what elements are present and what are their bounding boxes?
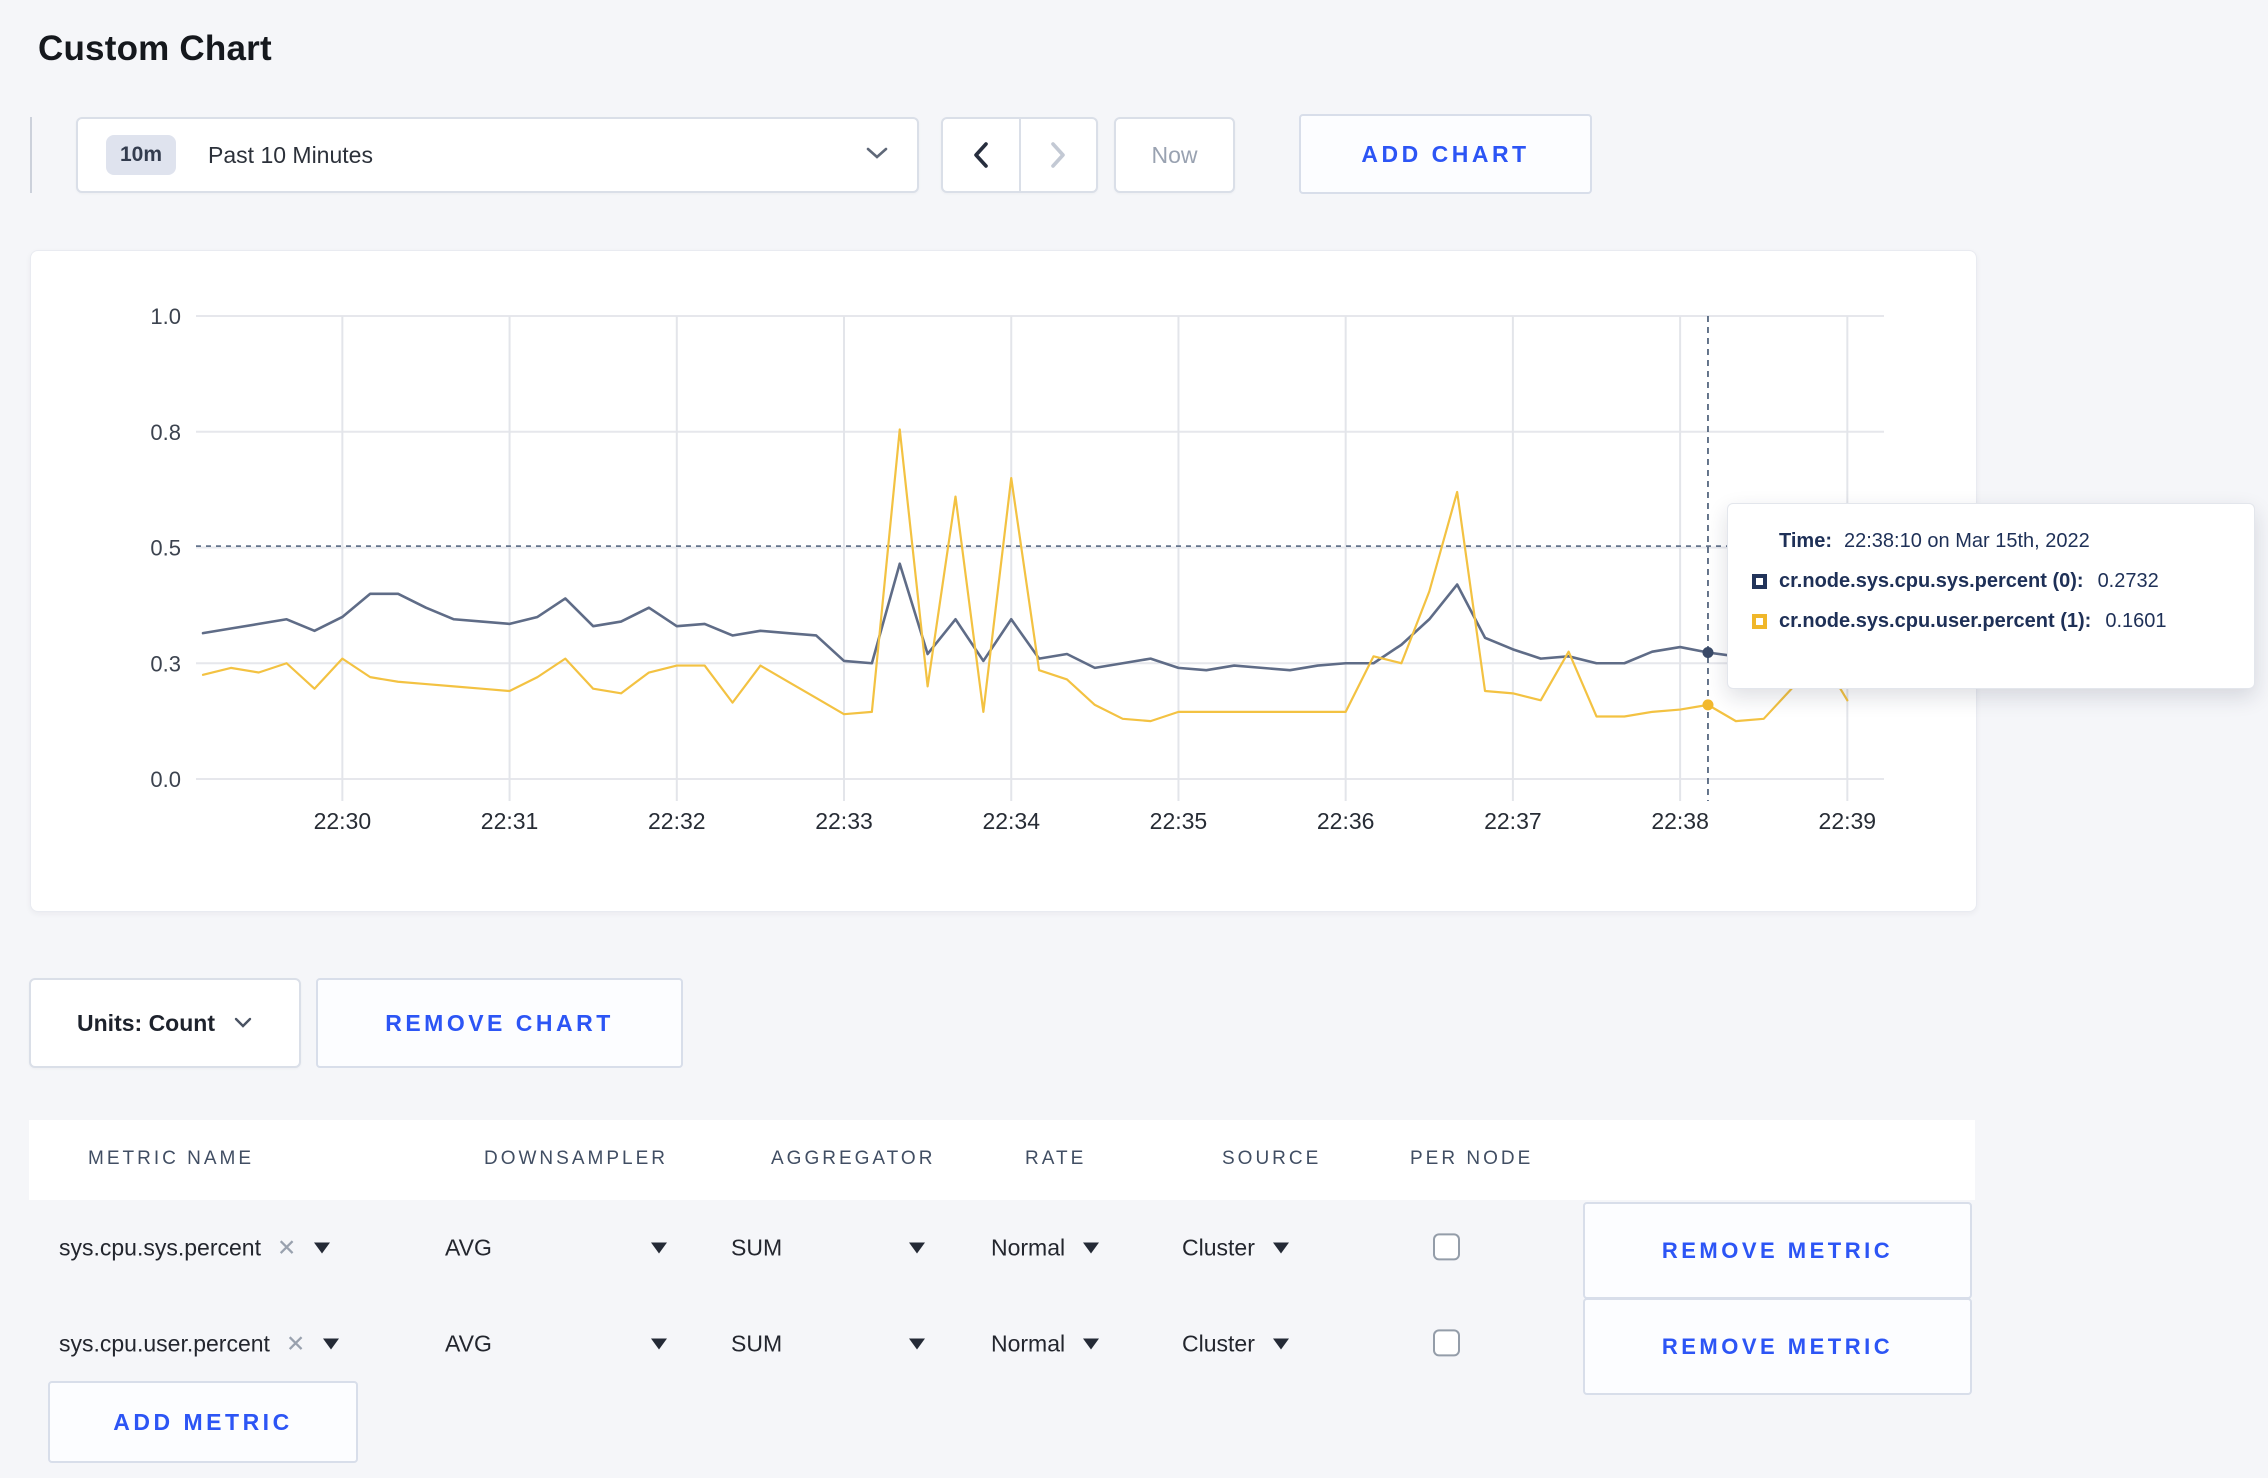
caret-down-icon [323,1338,340,1350]
chevron-down-icon [234,1017,252,1028]
series-sys-value: 0.2732 [2097,570,2159,592]
svg-text:0.5: 0.5 [150,536,181,561]
chevron-left-icon [973,142,988,168]
aggregator-select[interactable]: SUM [731,1235,925,1262]
series-user-value: 0.1601 [2105,610,2167,632]
cpu-usage-chart[interactable]: 0.0 0.3 0.5 0.8 1.0 22:30 22:31 22:32 22:33 22:34… [31,251,1976,911]
aggregator-select[interactable]: SUM [731,1331,925,1358]
svg-text:22:39: 22:39 [1819,808,1877,834]
tooltip-series-user: cr.node.sys.cpu.user.percent (1): 0.1601 [1752,610,2230,633]
per-node-checkbox[interactable] [1433,1329,1460,1357]
header-downsampler: DOWNSAMPLER [484,1148,668,1169]
caret-down-icon [651,1338,667,1350]
remove-chart-button[interactable]: REMOVE CHART [316,978,683,1068]
time-range-badge: 10m [106,135,177,175]
time-pager [941,117,1098,193]
caret-down-icon [909,1338,925,1350]
series-sys-legend-icon [1752,574,1767,589]
svg-text:1.0: 1.0 [150,304,181,329]
svg-text:22:30: 22:30 [314,808,372,834]
header-metric-name: METRIC NAME [88,1148,254,1169]
caret-down-icon [651,1242,667,1254]
remove-metric-button[interactable]: REMOVE METRIC [1583,1298,1972,1395]
close-icon[interactable]: ✕ [277,1235,296,1262]
tooltip-time: Time: 22:38:10 on Mar 15th, 2022 [1779,530,2090,552]
now-button[interactable]: Now [1114,117,1235,193]
chart-tooltip: Time: 22:38:10 on Mar 15th, 2022 cr.node.… [1727,503,2255,689]
downsampler-select[interactable]: AVG [445,1235,667,1262]
units-selector[interactable]: Units: Count [29,978,301,1068]
prev-time-button[interactable] [943,119,1019,191]
caret-down-icon [1272,1242,1289,1254]
metrics-table-header: METRIC NAME DOWNSAMPLER AGGREGATOR RATE … [29,1120,1975,1200]
svg-text:0.8: 0.8 [150,420,181,445]
svg-text:22:36: 22:36 [1317,808,1375,834]
svg-text:0.0: 0.0 [150,767,181,792]
chart-card: 0.0 0.3 0.5 0.8 1.0 22:30 22:31 22:32 22:33 22:34… [30,250,1977,912]
svg-text:22:37: 22:37 [1484,808,1542,834]
caret-down-icon [909,1242,925,1254]
time-range-selector[interactable]: 10m Past 10 Minutes [76,117,919,193]
header-per-node: PER NODE [1410,1148,1534,1169]
remove-metric-button[interactable]: REMOVE METRIC [1583,1202,1972,1299]
svg-text:22:35: 22:35 [1150,808,1208,834]
header-source: SOURCE [1222,1148,1322,1169]
toolbar-divider [30,117,32,193]
rate-select[interactable]: Normal [991,1331,1100,1358]
caret-down-icon [1272,1338,1289,1350]
svg-text:22:33: 22:33 [815,808,873,834]
units-label: Units: Count [77,1009,215,1036]
svg-text:22:31: 22:31 [481,808,539,834]
close-icon[interactable]: ✕ [286,1331,305,1358]
rate-select[interactable]: Normal [991,1235,1100,1262]
source-select[interactable]: Cluster [1182,1331,1289,1358]
metric-name-select[interactable]: sys.cpu.user.percent ✕ [59,1331,340,1358]
svg-text:22:34: 22:34 [982,808,1040,834]
metric-row: sys.cpu.user.percent ✕ AVG SUM Normal Cl… [0,1296,2268,1395]
add-metric-button[interactable]: ADD METRIC [48,1381,358,1463]
source-select[interactable]: Cluster [1182,1235,1289,1262]
header-rate: RATE [1025,1148,1087,1169]
downsampler-select[interactable]: AVG [445,1331,667,1358]
header-aggregator: AGGREGATOR [771,1148,936,1169]
caret-down-icon [1083,1338,1100,1350]
chevron-down-icon [865,146,889,165]
caret-down-icon [314,1242,331,1254]
series-user-legend-icon [1752,614,1767,629]
svg-text:22:38: 22:38 [1651,808,1709,834]
tooltip-series-sys: cr.node.sys.cpu.sys.percent (0): 0.2732 [1752,570,2230,593]
caret-down-icon [1083,1242,1100,1254]
svg-text:22:32: 22:32 [648,808,706,834]
chevron-right-icon [1051,142,1066,168]
time-range-label: Past 10 Minutes [208,141,373,168]
page-title: Custom Chart [38,29,272,69]
svg-text:0.3: 0.3 [150,651,181,676]
per-node-checkbox[interactable] [1433,1233,1460,1261]
metric-row: sys.cpu.sys.percent ✕ AVG SUM Normal Clu… [0,1200,2268,1299]
next-time-button[interactable] [1018,119,1097,191]
add-chart-button[interactable]: ADD CHART [1299,114,1592,194]
metric-name-select[interactable]: sys.cpu.sys.percent ✕ [59,1235,331,1262]
